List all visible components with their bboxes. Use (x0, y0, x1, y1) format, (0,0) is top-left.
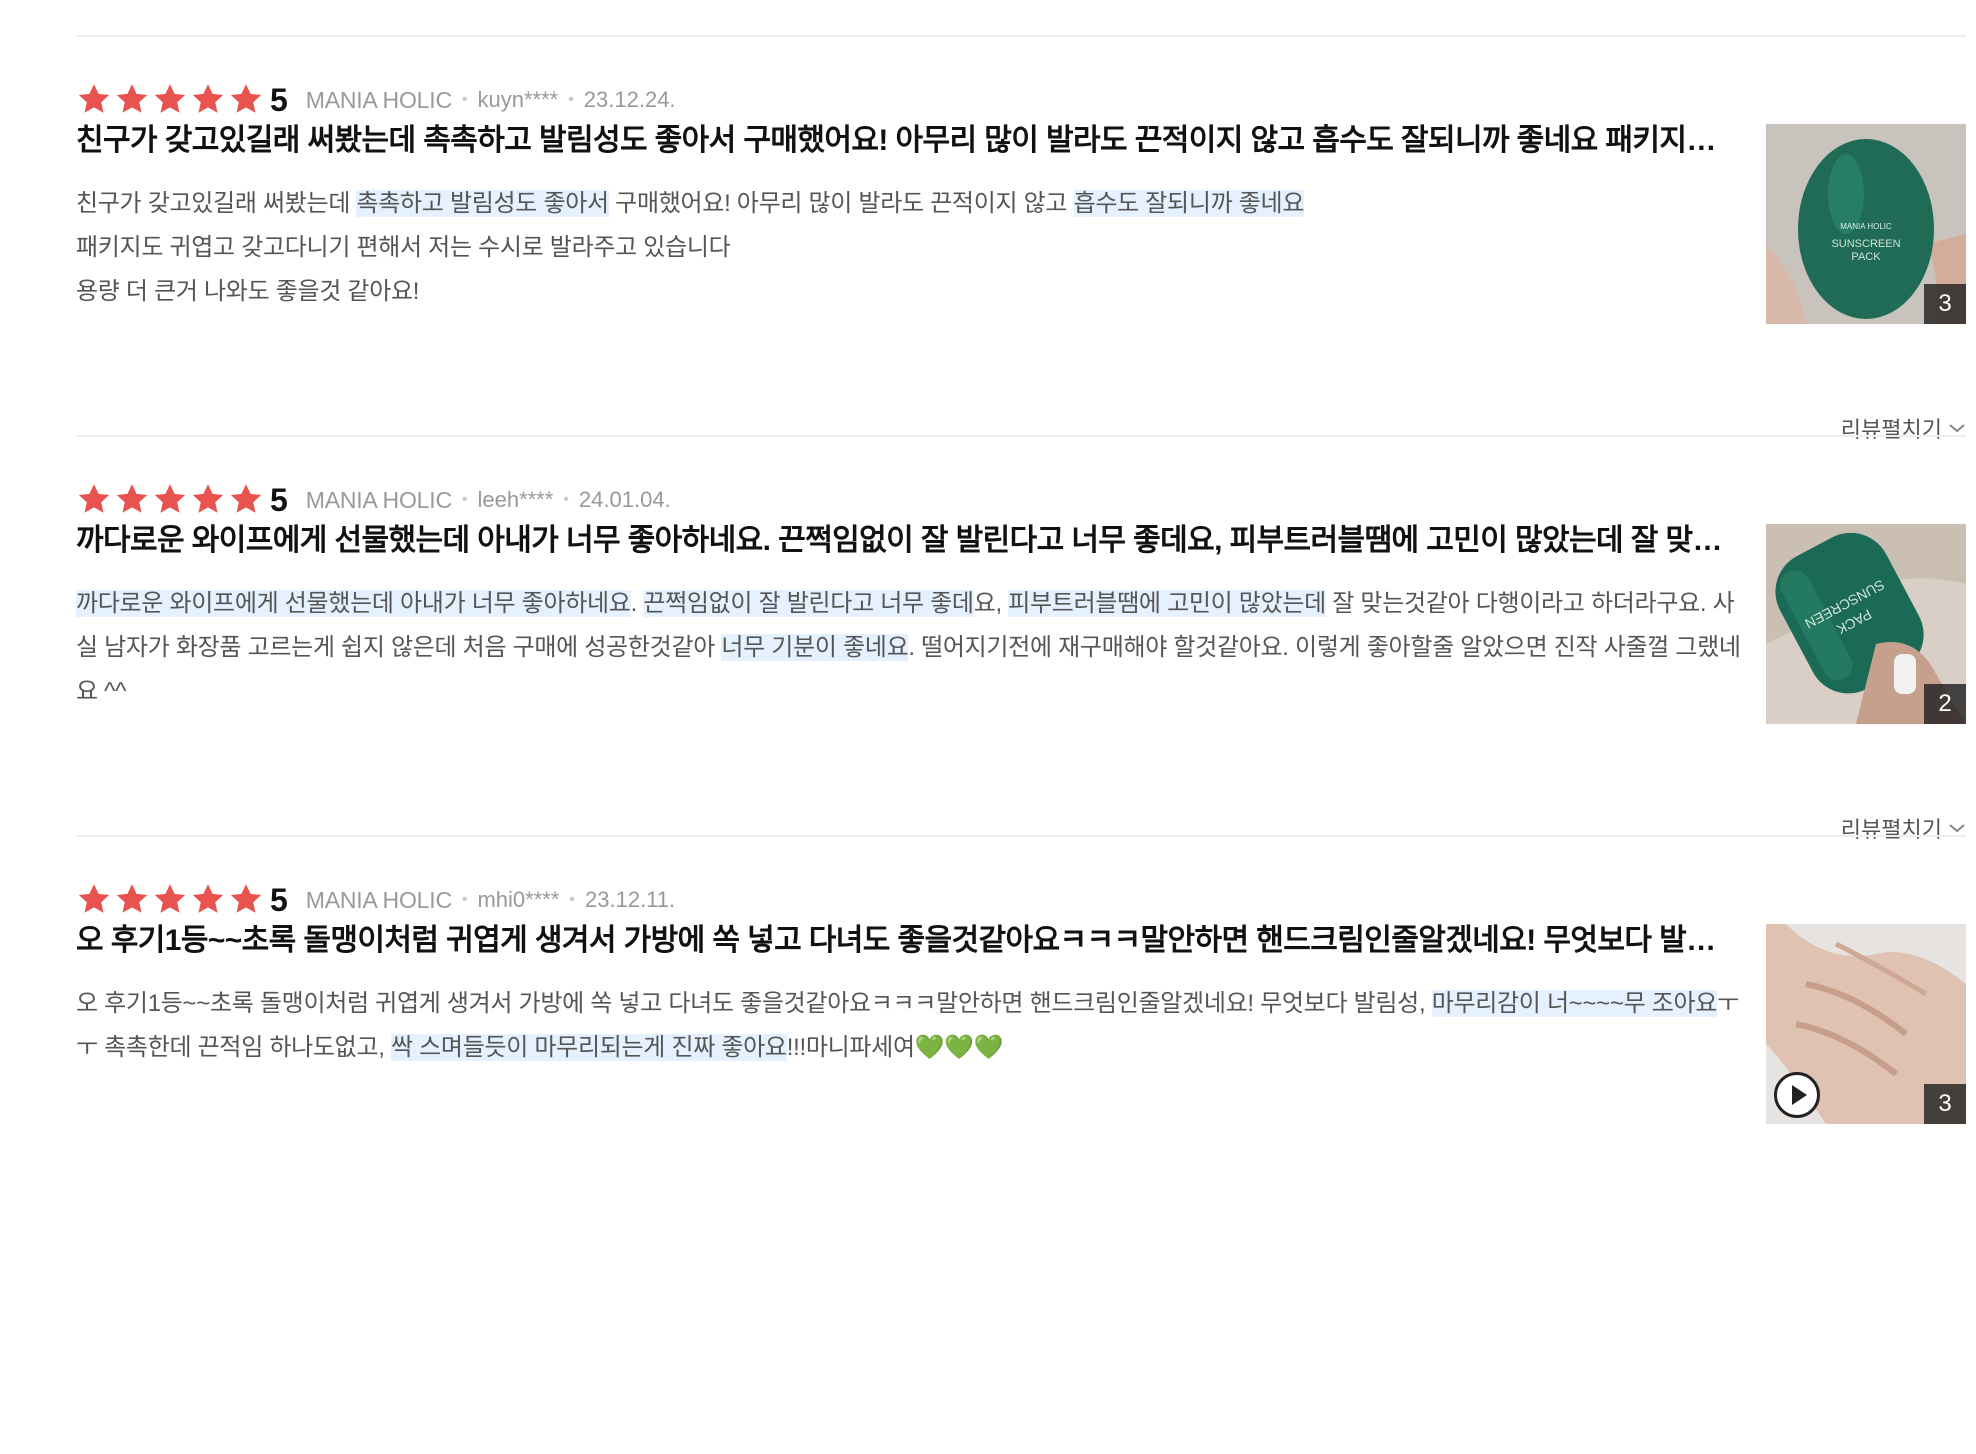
star-icon (114, 482, 152, 518)
review-meta: 5 MANIA HOLIC • kuyn**** • 23.12.24. (76, 80, 676, 120)
rating-score: 5 (270, 82, 288, 118)
body-text: 구매했어요! 아무리 많이 발라도 끈적이지 않고 (608, 190, 1074, 217)
body-text: !!!마니파세여💚💚💚 (786, 1034, 1004, 1061)
star-icon (190, 882, 228, 918)
separator-dot: • (461, 91, 468, 108)
rating-score: 5 (270, 882, 288, 918)
divider (76, 35, 1966, 37)
reviewer-id: mhi0**** (477, 887, 560, 912)
star-icon (190, 82, 228, 118)
brand-name: MANIA HOLIC (305, 486, 452, 513)
body-text: 오 후기1등~~초록 돌맹이처럼 귀엽게 생겨서 가방에 쏙 넣고 다녀도 좋을… (76, 990, 1432, 1017)
star-icon (76, 82, 114, 118)
star-icon (190, 482, 228, 518)
review-photo[interactable]: SUNSCREEN PACK 2 (1766, 524, 1966, 724)
highlighted-text: 까다로운 와이프에게 선물했는데 아내가 너무 좋아하네요 (76, 590, 631, 617)
reviewer-id: leeh**** (477, 487, 554, 512)
review-meta: 5 MANIA HOLIC • mhi0**** • 23.12.11. (76, 880, 675, 920)
star-icon (76, 882, 114, 918)
star-icon (228, 482, 266, 518)
photo-count: 3 (1924, 1084, 1966, 1124)
review-date: 23.12.24. (583, 87, 676, 112)
play-icon[interactable] (1774, 1072, 1820, 1118)
separator-dot: • (569, 891, 576, 908)
review-date: 23.12.11. (585, 887, 676, 912)
divider (76, 835, 1966, 837)
review-item: 5 MANIA HOLIC • mhi0**** • 23.12.11. 오 후… (76, 880, 1966, 1380)
svg-text:PACK: PACK (1851, 251, 1881, 263)
chevron-down-icon (1949, 424, 1965, 433)
star-icon (114, 882, 152, 918)
body-text: 요, (973, 590, 1009, 617)
separator-dot: • (568, 91, 574, 108)
highlighted-text: 마무리감이 너~~~~무 조아요 (1431, 990, 1718, 1017)
review-title[interactable]: 친구가 갖고있길래 써봤는데 촉촉하고 발림성도 좋아서 구매했어요! 아무리 … (76, 118, 1736, 164)
star-icon (152, 482, 190, 518)
separator-dot: • (461, 491, 468, 508)
review-body: 까다로운 와이프에게 선물했는데 아내가 너무 좋아하네요. 끈쩍임없이 잘 발… (76, 582, 1746, 714)
star-rating (76, 82, 266, 118)
expand-review-button[interactable]: 리뷰펼치기 (1841, 412, 1966, 444)
highlighted-text: 너무 기분이 좋네요 (721, 634, 909, 661)
separator-dot: • (461, 891, 468, 908)
expand-review-button[interactable]: 리뷰펼치기 (1841, 812, 1966, 844)
star-icon (114, 82, 152, 118)
highlighted-text: 피부트러블땜에 고민이 많았는데 (1008, 590, 1326, 617)
chevron-down-icon (1949, 824, 1965, 833)
review-title[interactable]: 오 후기1등~~초록 돌맹이처럼 귀엽게 생겨서 가방에 쏙 넣고 다녀도 좋을… (76, 918, 1736, 964)
photo-count: 2 (1924, 684, 1966, 724)
divider (76, 435, 1966, 437)
review-body: 오 후기1등~~초록 돌맹이처럼 귀엽게 생겨서 가방에 쏙 넣고 다녀도 좋을… (76, 982, 1746, 1070)
body-text: 패키지도 귀엽고 갖고다니기 편해서 저는 수시로 발라주고 있습니다 (76, 234, 731, 261)
separator-dot: • (563, 491, 569, 508)
review-body: 친구가 갖고있길래 써봤는데 촉촉하고 발림성도 좋아서 구매했어요! 아무리 … (76, 182, 1746, 314)
highlighted-text: 싹 스며들듯이 마무리되는게 진짜 좋아요 (390, 1034, 787, 1061)
star-icon (152, 82, 190, 118)
star-icon (228, 882, 266, 918)
brand-name: MANIA HOLIC (305, 86, 452, 113)
expand-label: 리뷰펼치기 (1840, 817, 1942, 842)
reviewer-id: kuyn**** (477, 87, 559, 112)
star-rating (76, 482, 266, 518)
star-icon (76, 482, 114, 518)
body-text: 친구가 갖고있길래 써봤는데 (76, 190, 357, 217)
rating-score: 5 (270, 482, 288, 518)
review-date: 24.01.04. (578, 487, 671, 512)
star-rating (76, 882, 266, 918)
review-video[interactable]: 3 (1766, 924, 1966, 1124)
highlighted-text: 흡수도 잘되니까 좋네요 (1073, 190, 1305, 217)
highlighted-text: 끈쩍임없이 잘 발린다고 너무 좋데 (643, 590, 974, 617)
highlighted-text: 촉촉하고 발림성도 좋아서 (356, 190, 609, 217)
photo-count: 3 (1924, 284, 1966, 324)
body-text: . (630, 590, 644, 617)
review-title[interactable]: 까다로운 와이프에게 선물했는데 아내가 너무 좋아하네요. 끈쩍임없이 잘 발… (76, 518, 1736, 564)
brand-name: MANIA HOLIC (305, 886, 452, 913)
review-meta: 5 MANIA HOLIC • leeh**** • 24.01.04. (76, 480, 671, 520)
review-photo[interactable]: MANIA HOLIC SUNSCREEN PACK 3 (1766, 124, 1966, 324)
star-icon (152, 882, 190, 918)
star-icon (228, 82, 266, 118)
body-text: 용량 더 큰거 나와도 좋을것 같아요! (76, 278, 420, 305)
expand-label: 리뷰펼치기 (1840, 417, 1942, 442)
svg-text:SUNSCREEN: SUNSCREEN (1831, 238, 1900, 250)
svg-text:MANIA HOLIC: MANIA HOLIC (1840, 222, 1892, 231)
